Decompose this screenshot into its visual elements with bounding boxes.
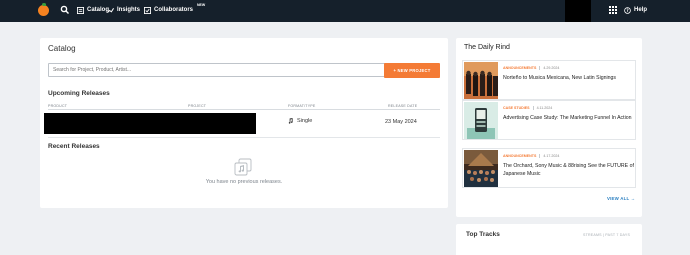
meta-separator (539, 154, 541, 158)
column-header-product[interactable]: PRODUCT (48, 104, 67, 108)
row-divider (48, 137, 440, 138)
news-item[interactable]: ANNOUNCEMENTS 4.17.2024 The Orchard, Son… (462, 148, 636, 188)
top-nav: Catalog Insights Collaborators NEW ? Hel… (0, 0, 690, 22)
news-item[interactable]: ANNOUNCEMENTS 4.29.2024 Norteño to Music… (462, 60, 636, 100)
no-releases-message: You have no previous releases. (205, 179, 283, 185)
news-tag: ANNOUNCEMENTS (503, 66, 537, 70)
new-badge: NEW (197, 3, 206, 7)
news-headline[interactable]: Advertising Case Study: The Marketing Fu… (503, 115, 635, 123)
news-meta: CASE STUDIES 4.11.2024 (503, 106, 552, 110)
top-tracks-period: STREAMS | PAST 7 DAYS (583, 233, 631, 237)
catalog-title: Catalog (48, 44, 76, 53)
nav-insights-label: Insights (117, 7, 141, 13)
catalog-panel: Catalog + NEW PROJECT Upcoming Releases … (40, 38, 448, 208)
news-thumbnail-phone (464, 102, 498, 139)
new-project-button[interactable]: + NEW PROJECT (384, 63, 440, 78)
column-header-project[interactable]: PROJECT (188, 104, 206, 108)
release-row-product-redacted[interactable] (44, 113, 256, 134)
news-date: 4.17.2024 (543, 154, 560, 158)
column-header-format[interactable]: FORMAT/TYPE (288, 104, 316, 108)
nav-catalog-label: Catalog (87, 7, 110, 13)
meta-separator (532, 106, 534, 110)
svg-text:?: ? (626, 7, 629, 12)
help-label: Help (634, 7, 648, 13)
daily-rind-panel: The Daily Rind ANNOUNCEMENTS 4.29.2024 N… (456, 38, 642, 217)
empty-music-icon (234, 158, 252, 176)
music-note-icon (288, 118, 293, 124)
news-meta: ANNOUNCEMENTS 4.29.2024 (503, 66, 559, 70)
news-date: 4.11.2024 (536, 106, 553, 110)
top-tracks-title: Top Tracks (466, 231, 500, 238)
catalog-icon (77, 6, 84, 14)
nav-collaborators[interactable]: Collaborators NEW (144, 3, 206, 16)
orchard-logo-icon[interactable] (38, 3, 49, 16)
table-header-divider (48, 109, 440, 110)
column-header-release-date[interactable]: RELEASE DATE (388, 104, 417, 108)
news-thumbnail-band (464, 62, 498, 99)
news-thumbnail-crowd (464, 150, 498, 187)
news-date: 4.29.2024 (543, 66, 560, 70)
help-icon: ? (624, 6, 631, 14)
insights-icon (107, 7, 114, 13)
news-tag: CASE STUDIES (503, 106, 530, 110)
nav-insights[interactable]: Insights (107, 4, 140, 16)
news-headline[interactable]: The Orchard, Sony Music & 88rising See t… (503, 163, 635, 178)
apps-grid-icon[interactable] (609, 6, 617, 14)
recent-releases-title: Recent Releases (48, 143, 100, 150)
view-all-link[interactable]: VIEW ALL → (607, 196, 635, 201)
collaborators-icon (144, 6, 151, 14)
news-headline[interactable]: Norteño to Musica Mexicana, New Latin Si… (503, 75, 635, 83)
release-format-label: Single (297, 118, 313, 124)
release-date: 23 May 2024 (385, 119, 417, 125)
top-tracks-panel: Top Tracks STREAMS | PAST 7 DAYS (456, 224, 642, 255)
news-item[interactable]: CASE STUDIES 4.11.2024 Advertising Case … (462, 100, 636, 140)
release-row-format: Single (288, 118, 312, 124)
nav-catalog[interactable]: Catalog (77, 4, 109, 16)
help-button[interactable]: ? Help (624, 4, 647, 16)
daily-rind-title: The Daily Rind (464, 44, 510, 51)
meta-separator (539, 66, 541, 70)
account-area[interactable] (565, 0, 591, 22)
catalog-search-input[interactable] (48, 63, 411, 77)
search-icon[interactable] (60, 5, 70, 15)
news-tag: ANNOUNCEMENTS (503, 154, 537, 158)
upcoming-releases-title: Upcoming Releases (48, 90, 110, 97)
nav-collaborators-label: Collaborators (154, 7, 194, 13)
news-meta: ANNOUNCEMENTS 4.17.2024 (503, 154, 559, 158)
